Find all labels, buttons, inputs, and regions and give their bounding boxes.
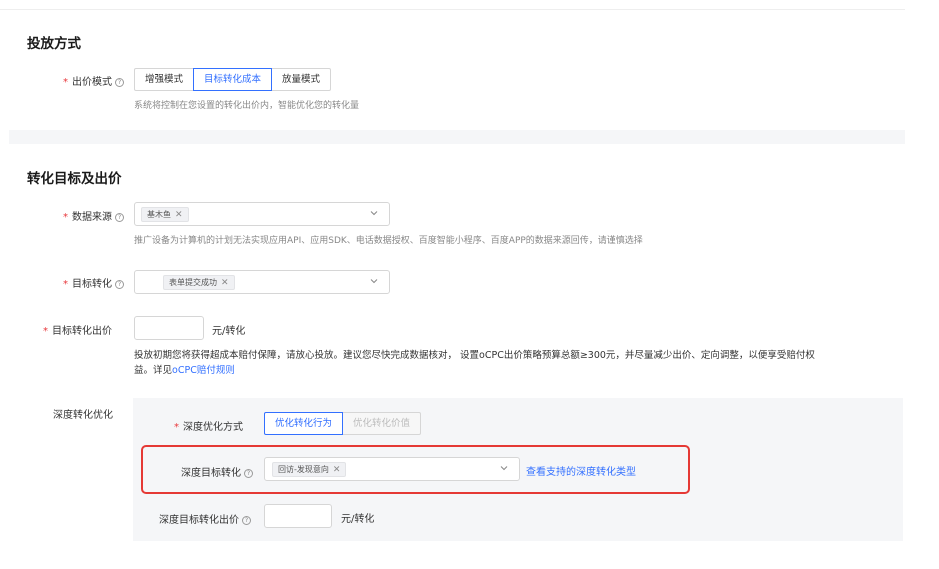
- tag-close-icon[interactable]: ✕: [175, 210, 183, 220]
- chevron-down-icon: [370, 279, 378, 284]
- mode-enhanced-button[interactable]: 增强模式: [134, 68, 195, 91]
- mode-volume-button[interactable]: 放量模式: [272, 68, 332, 91]
- required-mark: *: [174, 422, 179, 433]
- chevron-down-icon: [500, 466, 508, 471]
- chevron-down-icon: [370, 211, 378, 216]
- deep-method-label: * 深度优化方式: [174, 422, 243, 433]
- target-bid-unit: 元/转化: [212, 326, 246, 337]
- compensation-notice: 投放初期您将获得超成本赔付保障，请放心投放。建议您尽快完成数据核对， 设置oCP…: [134, 350, 815, 376]
- required-mark: *: [63, 279, 68, 290]
- selected-tag: 表单提交成功 ✕: [163, 275, 235, 290]
- data-source-select[interactable]: 基木鱼 ✕: [134, 202, 390, 226]
- data-source-label: * 数据来源?: [63, 208, 124, 223]
- help-icon[interactable]: ?: [244, 469, 253, 478]
- deep-method-segmented: 优化转化行为 优化转化价值: [264, 412, 422, 435]
- deep-conversion-label: 深度转化优化: [53, 410, 113, 421]
- tag-close-icon[interactable]: ✕: [221, 278, 229, 288]
- section-separator: [9, 130, 905, 144]
- required-mark: *: [63, 77, 68, 88]
- bid-mode-hint: 系统将控制在您设置的转化出价内，智能优化您的转化量: [134, 101, 360, 111]
- target-bid-input[interactable]: [134, 316, 204, 340]
- ocpc-rules-link[interactable]: oCPC赔付规则: [172, 365, 235, 376]
- section-title-delivery: 投放方式: [27, 36, 81, 52]
- target-conversion-label: * 目标转化?: [63, 275, 124, 290]
- deep-target-label: 深度目标转化?: [181, 464, 253, 479]
- deep-target-select[interactable]: 回访-发现意向 ✕: [264, 457, 520, 481]
- help-icon[interactable]: ?: [115, 213, 124, 222]
- bid-mode-label: * 出价模式?: [63, 73, 124, 88]
- target-bid-label: * 目标转化出价: [43, 326, 112, 337]
- section-title-conversion: 转化目标及出价: [27, 171, 122, 187]
- help-icon[interactable]: ?: [242, 516, 251, 525]
- required-mark: *: [43, 326, 48, 337]
- data-source-hint: 推广设备为计算机的计划无法实现应用API、应用SDK、电话数据授权、百度智能小程…: [134, 236, 643, 246]
- deep-bid-label: 深度目标转化出价?: [159, 511, 251, 526]
- target-conversion-select[interactable]: 表单提交成功 ✕: [134, 270, 390, 294]
- bid-mode-segmented: 增强模式 目标转化成本 放量模式: [134, 68, 332, 91]
- deep-bid-input[interactable]: [264, 504, 332, 528]
- required-mark: *: [63, 212, 68, 223]
- view-deep-types-link[interactable]: 查看支持的深度转化类型: [526, 463, 636, 478]
- method-value-button[interactable]: 优化转化价值: [343, 412, 422, 435]
- selected-tag: 基木鱼 ✕: [141, 207, 189, 222]
- mode-target-cost-button[interactable]: 目标转化成本: [193, 68, 273, 91]
- selected-tag: 回访-发现意向 ✕: [272, 462, 347, 477]
- deep-bid-unit: 元/转化: [341, 514, 375, 525]
- method-behavior-button[interactable]: 优化转化行为: [264, 412, 344, 435]
- top-divider: [0, 9, 905, 10]
- help-icon[interactable]: ?: [115, 78, 124, 87]
- help-icon[interactable]: ?: [115, 280, 124, 289]
- tag-close-icon[interactable]: ✕: [333, 465, 341, 475]
